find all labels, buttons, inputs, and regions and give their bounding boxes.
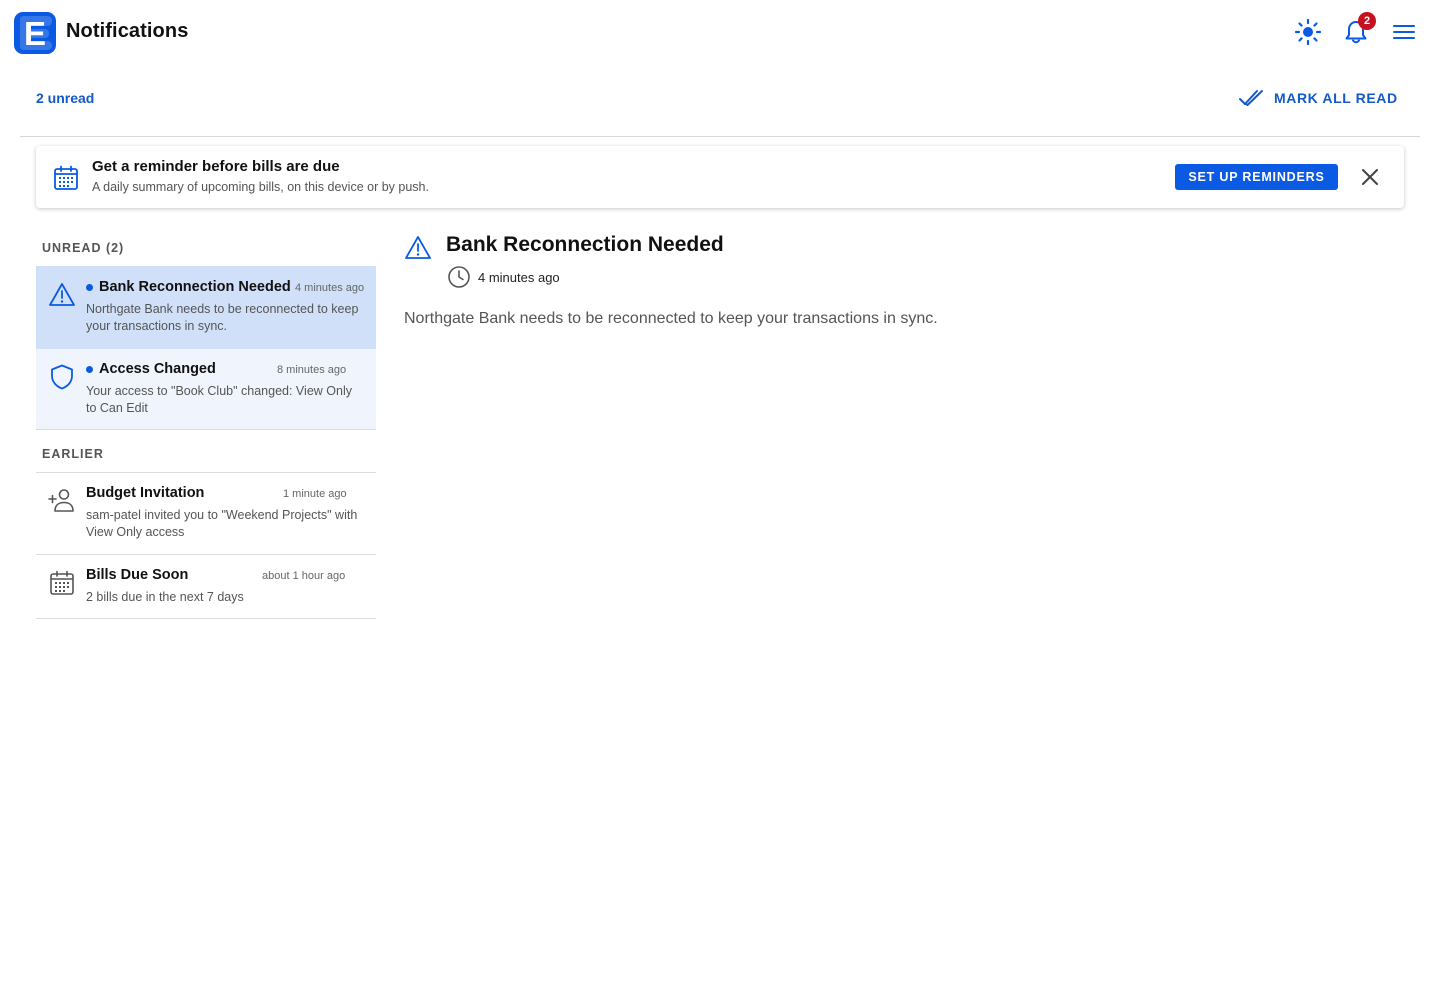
calendar-icon — [50, 570, 74, 595]
toolbar-divider — [20, 136, 1420, 137]
hamburger-menu-icon — [1393, 25, 1415, 39]
sun-icon — [1294, 18, 1322, 46]
notification-title: Budget Invitation — [86, 485, 205, 501]
calendar-icon — [54, 165, 78, 190]
banner-title: Get a reminder before bills are due — [92, 158, 340, 175]
notification-time: 8 minutes ago — [277, 364, 347, 376]
page-title: Notifications — [66, 20, 189, 42]
detail-body: Northgate Bank needs to be reconnected t… — [404, 310, 938, 327]
unread-section-header: UNREAD (2) — [42, 241, 125, 255]
notification-time: about 1 hour ago — [262, 570, 346, 582]
notification-time: 4 minutes ago — [295, 282, 365, 294]
unread-count-label: 2 unread — [36, 90, 95, 106]
app-logo[interactable]: E — [14, 12, 56, 54]
detail-title: Bank Reconnection Needed — [446, 233, 724, 256]
set-up-reminders-button[interactable]: SET UP REMINDERS — [1175, 164, 1338, 190]
list-divider — [36, 618, 376, 619]
list-divider — [36, 429, 376, 430]
notification-time: 1 minute ago — [283, 488, 347, 500]
close-icon — [1362, 169, 1378, 185]
notification-title: Bills Due Soon — [86, 567, 189, 583]
warning-icon — [405, 236, 431, 259]
notification-item-access-changed[interactable]: Access Changed 8 minutes ago Your access… — [36, 349, 376, 430]
detail-time: 4 minutes ago — [478, 270, 560, 285]
notification-body: Your access to "Book Club" changed: View… — [86, 384, 352, 415]
notification-item-budget-invitation[interactable]: Budget Invitation 1 minute ago sam-patel… — [36, 473, 376, 555]
banner-close-button[interactable] — [1358, 165, 1382, 189]
svg-text:E: E — [24, 15, 46, 52]
clock-icon — [448, 266, 470, 288]
main-menu-button[interactable] — [1389, 17, 1419, 47]
notification-count-badge: 2 — [1358, 12, 1376, 30]
earlier-section-header: EARLIER — [42, 447, 104, 461]
notification-title: Bank Reconnection Needed — [99, 279, 291, 295]
warning-icon — [49, 283, 75, 306]
add-person-icon — [48, 489, 74, 512]
notification-title: Access Changed — [99, 361, 216, 377]
shield-icon — [51, 364, 73, 390]
unread-dot — [86, 366, 93, 373]
unread-dot — [86, 284, 93, 291]
notification-item-bank-reconnection[interactable]: Bank Reconnection Needed 4 minutes ago N… — [36, 266, 376, 349]
reminder-banner: Get a reminder before bills are due A da… — [36, 146, 1404, 208]
app-header: E Notifications 2 — [0, 0, 1440, 66]
notification-body: Northgate Bank needs to be reconnected t… — [86, 302, 359, 333]
notification-body: 2 bills due in the next 7 days — [86, 590, 244, 604]
banner-subtitle: A daily summary of upcoming bills, on th… — [92, 180, 429, 194]
double-check-icon — [1239, 90, 1263, 106]
theme-toggle-button[interactable] — [1293, 17, 1323, 47]
mark-all-read-label: MARK ALL READ — [1274, 90, 1398, 106]
mark-all-read-button[interactable]: MARK ALL READ — [1238, 86, 1398, 110]
notification-item-bills-due[interactable]: Bills Due Soon about 1 hour ago 2 bills … — [36, 555, 376, 619]
notification-body: sam-patel invited you to "Weekend Projec… — [86, 508, 358, 539]
